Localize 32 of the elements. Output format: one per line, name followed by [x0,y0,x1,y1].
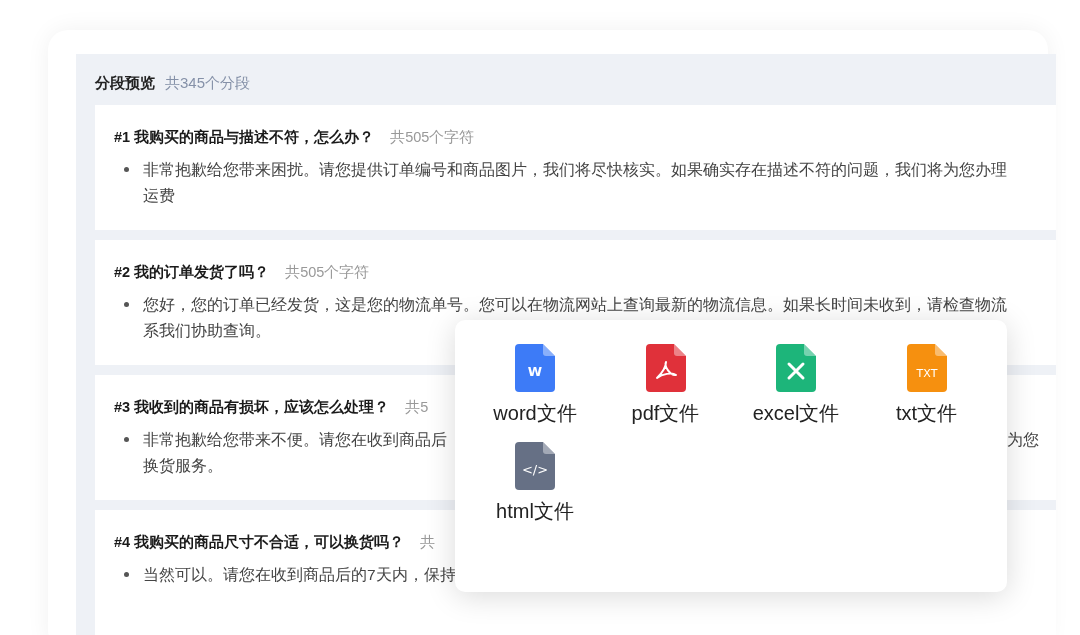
segment-text: 运费 [143,186,175,207]
segment-title: #1 我购买的商品与描述不符，怎么办？ [114,128,375,147]
export-option[interactable]: TXT txt文件 [861,344,992,428]
panel-title: 分段预览 [95,73,155,93]
bullet-icon [124,572,129,578]
segment-text: 当然可以。请您在收到商品后的7天内，保持 [143,565,456,586]
segment-text: 非常抱歉给您带来困扰。请您提供订单编号和商品图片，我们将尽快核实。如果确实存在描述不符的问题，我们将为您办理 [143,160,1007,181]
bullet-icon [124,302,129,308]
code-file-icon: </> [515,442,555,490]
segment-text: 您好，您的订单已经发货，这是您的物流单号。您可以在物流网站上查询最新的物流信息。如果长时间未收到，请检查物流 [143,295,1007,316]
document-file-icon: W [515,344,555,392]
character-count: 共 [420,533,436,552]
bullet-icon [124,167,129,173]
segment-count: 共345个分段 [165,73,251,93]
segment-title: #3 我收到的商品有损坏，应该怎么处理？ [114,398,390,417]
segment-title: #4 我购买的商品尺寸不合适，可以换货吗？ [114,533,405,552]
segment-text: 为您 [1007,430,1039,451]
spreadsheet-file-icon [776,344,816,392]
character-count: 共505个字符 [285,263,370,282]
segment-title: #2 我的订单发货了吗？ [114,263,270,282]
export-option[interactable]: excel文件 [731,344,861,428]
segment-text: 非常抱歉给您带来不便。请您在收到商品后 [143,430,447,451]
export-option[interactable]: </> html文件 [470,442,600,526]
character-count: 共505个字符 [390,128,475,147]
bullet-icon [124,437,129,443]
pdf-file-icon [645,344,686,392]
character-count: 共5 [405,398,429,417]
text-file-icon: TXT [906,344,947,392]
export-option[interactable]: W word文件 [470,344,600,428]
segment-text: 换货服务。 [143,456,223,477]
segment-text: 系我们协助查询。 [143,321,271,342]
export-option[interactable]: pdf文件 [600,344,731,428]
